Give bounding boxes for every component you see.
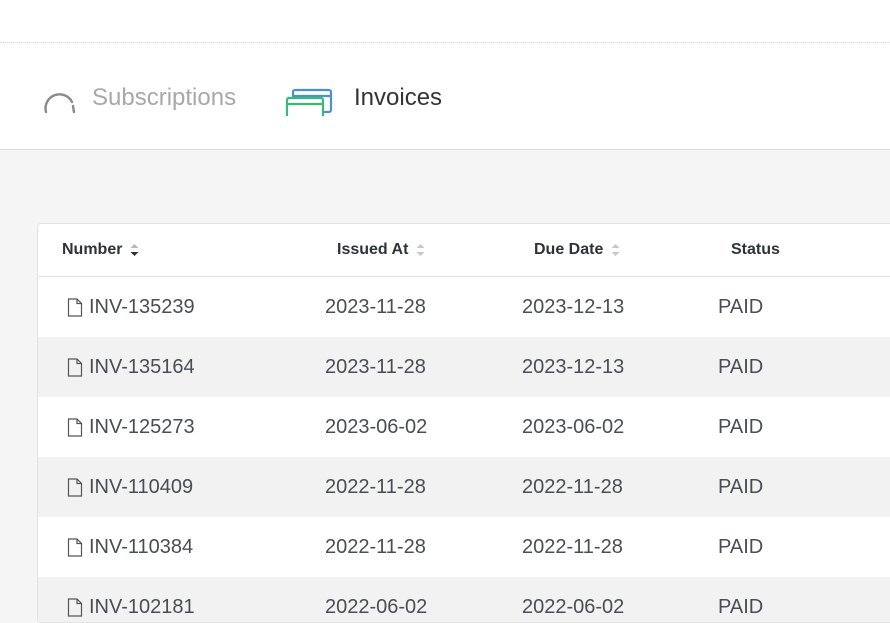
issued-at-cell: 2022-11-28 <box>325 536 426 558</box>
tab-subscriptions[interactable]: Subscriptions <box>42 78 236 118</box>
tab-invoices-label: Invoices <box>354 84 443 111</box>
invoice-number: INV-110384 <box>89 536 194 558</box>
document-icon <box>67 538 83 557</box>
due-date-cell: 2023-06-02 <box>522 416 625 438</box>
invoice-number-link[interactable]: INV-135239 <box>67 296 195 319</box>
status-cell: PAID <box>718 296 764 318</box>
top-divider <box>0 42 890 43</box>
sort-icon <box>611 243 620 257</box>
status-cell: PAID <box>718 596 764 618</box>
issued-at-cell: 2022-06-02 <box>325 596 428 618</box>
document-icon <box>67 298 83 317</box>
invoice-number-link[interactable]: INV-125273 <box>67 416 195 439</box>
invoice-number: INV-110409 <box>89 476 194 498</box>
column-header-status: Status <box>731 241 780 259</box>
invoice-number-link[interactable]: INV-110384 <box>67 536 193 559</box>
status-cell: PAID <box>718 356 764 378</box>
invoice-number: INV-102181 <box>89 596 195 618</box>
tab-subscriptions-label: Subscriptions <box>92 84 237 111</box>
invoice-number: INV-135239 <box>89 296 195 318</box>
issued-at-cell: 2023-06-02 <box>325 416 428 438</box>
column-header-number[interactable]: Number <box>62 241 139 259</box>
tab-invoices[interactable]: Invoices <box>284 78 443 120</box>
invoice-number: INV-125273 <box>89 416 195 438</box>
status-cell: PAID <box>718 536 764 558</box>
issued-at-cell: 2022-11-28 <box>325 476 426 498</box>
due-date-cell: 2022-11-28 <box>522 536 623 558</box>
cards-icon <box>284 80 334 120</box>
document-icon <box>67 418 83 437</box>
issued-at-cell: 2023-11-28 <box>325 356 426 378</box>
document-icon <box>67 358 83 377</box>
table-header: Number Issued At Due Date Status <box>38 224 890 277</box>
due-date-cell: 2023-12-13 <box>522 356 625 378</box>
status-cell: PAID <box>718 476 764 498</box>
due-date-cell: 2022-06-02 <box>522 596 625 618</box>
document-icon <box>67 478 83 497</box>
gauge-icon <box>42 80 78 116</box>
document-icon <box>67 598 83 617</box>
column-header-issued-at[interactable]: Issued At <box>337 241 425 259</box>
invoice-number-link[interactable]: INV-110409 <box>67 476 193 499</box>
invoice-number-link[interactable]: INV-135164 <box>67 356 195 379</box>
column-header-label: Due Date <box>534 241 604 258</box>
status-cell: PAID <box>718 416 764 438</box>
column-header-label: Number <box>62 241 123 258</box>
sort-icon <box>416 243 425 257</box>
issued-at-cell: 2023-11-28 <box>325 296 426 318</box>
tab-bar: Subscriptions Invoices <box>0 0 890 150</box>
invoice-number: INV-135164 <box>89 356 195 378</box>
table-row[interactable]: INV-110409 2022-11-28 2022-11-28 PAID <box>38 457 890 517</box>
column-header-label: Status <box>731 241 780 258</box>
due-date-cell: 2022-11-28 <box>522 476 623 498</box>
invoice-number-link[interactable]: INV-102181 <box>67 596 195 619</box>
column-header-due-date[interactable]: Due Date <box>534 241 620 259</box>
sort-desc-icon <box>130 243 139 257</box>
table-row[interactable]: INV-102181 2022-06-02 2022-06-02 PAID <box>38 577 890 622</box>
table-row[interactable]: INV-135239 2023-11-28 2023-12-13 PAID <box>38 277 890 337</box>
table-row[interactable]: INV-135164 2023-11-28 2023-12-13 PAID <box>38 337 890 397</box>
due-date-cell: 2023-12-13 <box>522 296 625 318</box>
column-header-label: Issued At <box>337 241 409 258</box>
table-row[interactable]: INV-125273 2023-06-02 2023-06-02 PAID <box>38 397 890 457</box>
invoices-table: Number Issued At Due Date Status INV-135… <box>37 223 890 623</box>
table-row[interactable]: INV-110384 2022-11-28 2022-11-28 PAID <box>38 517 890 577</box>
